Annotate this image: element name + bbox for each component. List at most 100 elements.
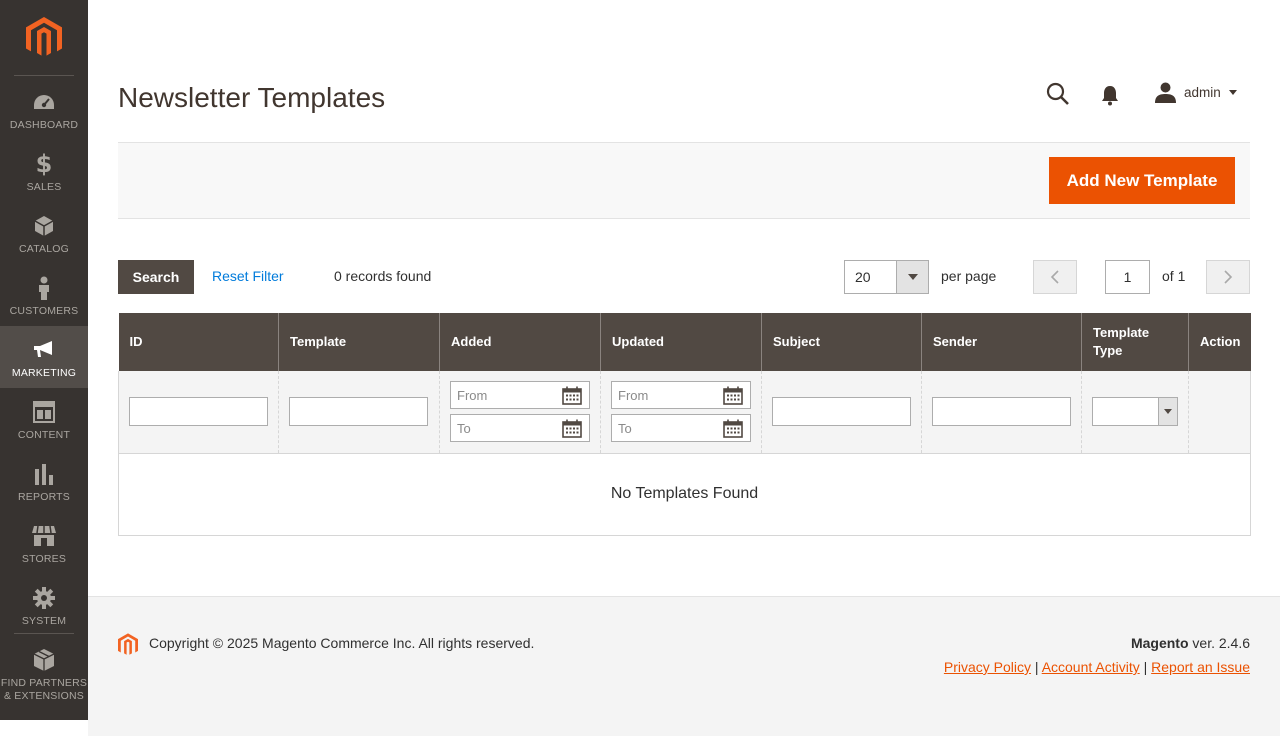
sidebar-divider (14, 75, 74, 76)
sidebar-item-label: STORES (21, 553, 67, 565)
column-header-id[interactable]: ID (118, 313, 279, 371)
previous-page-button[interactable] (1033, 260, 1077, 294)
sidebar-item-label: CUSTOMERS (9, 305, 79, 317)
global-search-button[interactable] (1046, 82, 1070, 106)
chevron-right-icon (1224, 270, 1233, 284)
date-from-placeholder: From (618, 388, 649, 404)
empty-row: No Templates Found (118, 453, 1251, 536)
filter-row: From To From To (118, 371, 1251, 454)
column-header-added[interactable]: Added (439, 313, 601, 371)
magento-logo[interactable] (0, 0, 88, 76)
chevron-down-icon (1158, 398, 1177, 426)
column-header-template-type[interactable]: Template Type (1081, 313, 1189, 371)
sidebar-item-label: FIND PARTNERS & EXTENSIONS (1, 677, 87, 703)
footer-separator: | (1143, 659, 1148, 675)
filter-sender-input[interactable] (932, 397, 1071, 427)
total-pages: of 1 (1162, 268, 1186, 284)
bar-chart-icon (33, 462, 55, 486)
filter-added-to[interactable]: To (450, 414, 590, 443)
report-issue-link[interactable]: Report an Issue (1151, 659, 1250, 675)
sidebar-item-system[interactable]: SYSTEM (0, 574, 88, 636)
magento-logo-icon (26, 17, 62, 56)
brand-name: Magento (1130, 635, 1189, 651)
privacy-policy-link[interactable]: Privacy Policy (944, 659, 1031, 675)
sidebar-item-content[interactable]: CONTENT (0, 388, 88, 450)
per-page-label: per page (941, 268, 997, 284)
date-to-placeholder: To (618, 421, 632, 437)
chevron-down-icon (896, 261, 928, 293)
filter-template-input[interactable] (289, 397, 428, 427)
filter-template-type-select[interactable] (1092, 397, 1178, 427)
next-page-button[interactable] (1206, 260, 1250, 294)
admin-username: admin (1184, 85, 1221, 100)
search-icon (1046, 82, 1069, 105)
sidebar-item-sales[interactable]: $ SALES (0, 140, 88, 202)
version-number: ver. 2.4.6 (1188, 635, 1250, 651)
sidebar-divider (14, 633, 74, 634)
reset-filter-link[interactable]: Reset Filter (212, 268, 284, 284)
cube-icon (33, 214, 55, 238)
page-actions-bar: Add New Template (118, 142, 1250, 219)
page-title: Newsletter Templates (118, 82, 386, 113)
records-count: 0 records found (334, 268, 432, 284)
sidebar-item-reports[interactable]: REPORTS (0, 450, 88, 512)
user-icon (1155, 82, 1176, 103)
empty-message: No Templates Found (118, 453, 1251, 536)
sidebar-item-label: MARKETING (11, 367, 77, 379)
person-icon (37, 276, 51, 300)
calendar-icon[interactable] (723, 386, 743, 406)
chevron-down-icon (1228, 90, 1237, 95)
gear-icon (32, 586, 56, 610)
version-text: Magento ver. 2.4.6 (1131, 635, 1250, 651)
sidebar-item-marketing[interactable]: MARKETING (0, 326, 88, 388)
filter-subject-input[interactable] (772, 397, 911, 427)
filter-added-from[interactable]: From (450, 381, 590, 410)
column-header-action: Action (1188, 313, 1251, 371)
dollar-icon: $ (35, 150, 53, 178)
admin-sidebar: DASHBOARD $ SALES CATALOG CUSTOMERS MARK… (0, 0, 88, 720)
filter-action-cell (1188, 371, 1251, 454)
magento-logo-icon (118, 633, 138, 655)
sidebar-item-label: REPORTS (18, 491, 70, 503)
sidebar-label-line1: FIND PARTNERS (0, 677, 88, 689)
column-header-template[interactable]: Template (278, 313, 440, 371)
current-page-input[interactable] (1105, 260, 1150, 294)
sidebar-item-catalog[interactable]: CATALOG (0, 202, 88, 264)
date-from-placeholder: From (457, 388, 488, 404)
search-button[interactable]: Search (118, 260, 194, 294)
boxes-icon (32, 648, 56, 672)
date-to-placeholder: To (457, 421, 471, 437)
sidebar-item-label: SYSTEM (21, 615, 67, 627)
filter-updated-from[interactable]: From (611, 381, 751, 410)
admin-user-menu[interactable]: admin (1155, 82, 1237, 103)
account-activity-link[interactable]: Account Activity (1042, 659, 1140, 675)
dashboard-icon (32, 90, 56, 114)
per-page-select[interactable]: 20 (844, 260, 929, 294)
column-header-updated[interactable]: Updated (600, 313, 762, 371)
sidebar-item-find-partners[interactable]: FIND PARTNERS & EXTENSIONS (0, 636, 88, 706)
grid-header-row: ID Template Added Updated Subject Sender… (118, 313, 1251, 371)
notifications-button[interactable] (1101, 84, 1119, 106)
sidebar-item-stores[interactable]: STORES (0, 512, 88, 574)
footer-links: Privacy Policy | Account Activity | Repo… (944, 659, 1250, 675)
sidebar-label-line2: & EXTENSIONS (3, 690, 84, 702)
column-header-subject[interactable]: Subject (761, 313, 922, 371)
footer-separator: | (1034, 659, 1039, 675)
page-footer: Copyright © 2025 Magento Commerce Inc. A… (88, 596, 1280, 736)
calendar-icon[interactable] (562, 386, 582, 406)
filter-id-input[interactable] (129, 397, 268, 427)
bell-icon (1102, 86, 1118, 106)
filter-updated-to[interactable]: To (611, 414, 751, 443)
sidebar-item-customers[interactable]: CUSTOMERS (0, 264, 88, 326)
column-header-sender[interactable]: Sender (921, 313, 1082, 371)
calendar-icon[interactable] (723, 419, 743, 439)
sidebar-item-dashboard[interactable]: DASHBOARD (0, 78, 88, 140)
megaphone-icon (32, 338, 56, 362)
per-page-value: 20 (855, 269, 871, 285)
add-new-template-button[interactable]: Add New Template (1049, 157, 1235, 204)
sidebar-item-label: DASHBOARD (9, 119, 79, 131)
templates-grid: ID Template Added Updated Subject Sender… (118, 313, 1251, 536)
store-icon (31, 524, 57, 548)
sidebar-item-label: CONTENT (17, 429, 71, 441)
calendar-icon[interactable] (562, 419, 582, 439)
